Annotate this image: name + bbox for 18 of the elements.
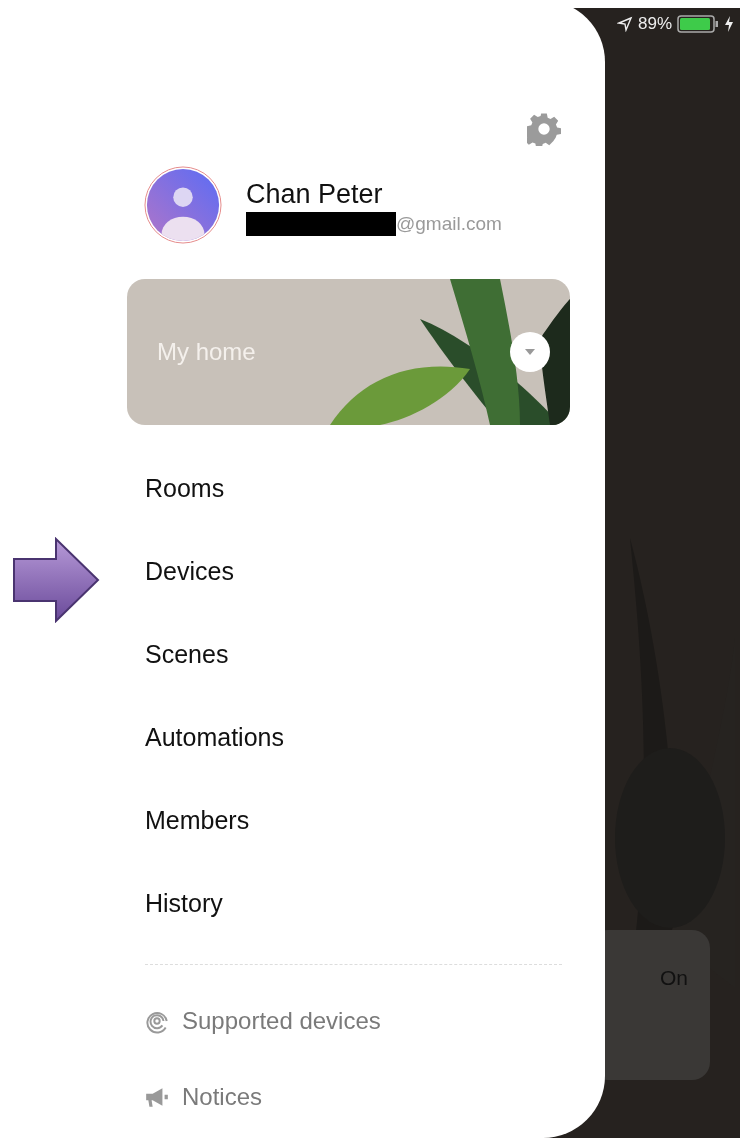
caret-icon — [525, 349, 535, 355]
location-arrow-icon — [616, 16, 633, 32]
battery-icon — [677, 15, 719, 33]
settings-icon[interactable] — [527, 112, 561, 146]
user-email: @gmail.com — [396, 212, 502, 235]
charging-bolt-icon — [724, 16, 734, 32]
menu-item[interactable]: Rooms — [145, 474, 225, 503]
menu-item[interactable]: Members — [145, 806, 250, 835]
user-name: Chan Peter — [246, 178, 384, 210]
pointer-arrow-icon — [12, 537, 102, 623]
battery-percentage: 89% — [637, 14, 672, 34]
menu-item[interactable]: Devices — [145, 557, 234, 586]
menu-item[interactable]: History — [145, 889, 223, 918]
footer-link[interactable]: Notices — [182, 1083, 263, 1111]
footer-link[interactable]: Supported devices — [182, 1007, 381, 1035]
menu-item[interactable]: Scenes — [145, 640, 229, 669]
menu-item[interactable]: Automations — [145, 723, 284, 752]
avatar-icon[interactable] — [144, 166, 222, 244]
